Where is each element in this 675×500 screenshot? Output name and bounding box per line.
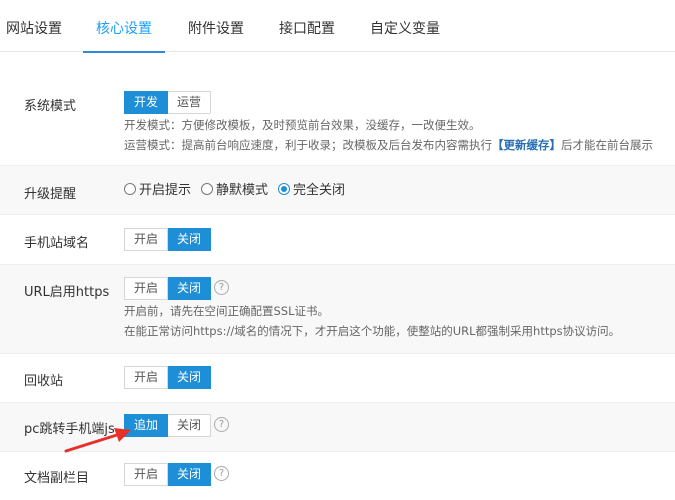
url-https-on-button[interactable]: 开启 [124,277,169,300]
url-https-note-ssl: 开启前，请先在空间正确配置SSL证书。 [124,304,330,318]
tab-site-settings[interactable]: 网站设置 [6,0,62,52]
system-mode-note-ops: 运营模式：提高前台响应速度，利于收录；改模板及后台发布内容需执行【更新缓存】后才… [124,135,653,155]
update-cache-link[interactable]: 【更新缓存】 [492,138,561,152]
recycle-bin-off-button[interactable]: 关闭 [168,366,212,389]
row-system-mode: 系统模式 开发 运营 开发模式：方便修改模板，及时预览前台效果，没缓存，一改便生… [0,78,675,166]
tab-core-settings[interactable]: 核心设置 [83,0,165,53]
pc-jump-mobile-toggle: 追加 关闭 [124,414,212,437]
note-ops-suffix: 后才能在前台展示 [561,138,653,152]
tab-attachment-settings[interactable]: 附件设置 [188,0,244,52]
radio-fully-off[interactable]: 完全关闭 [278,179,345,198]
recycle-bin-label: 回收站 [24,374,64,389]
url-https-toggle: 开启 关闭 [124,277,212,300]
note-ops-prefix: 运营模式：提高前台响应速度，利于收录；改模板及后台发布内容需执行 [124,138,492,152]
radio-enable-prompt[interactable]: 开启提示 [124,179,191,198]
red-arrow-annotation [64,428,131,453]
row-recycle-bin: 回收站 开启 关闭 [0,354,675,403]
radio-circle[interactable] [201,182,214,195]
doc-sub-column-label: 文档副栏目 [24,471,90,486]
row-mobile-domain: 手机站域名 开启 关闭 [0,215,675,265]
radio-label: 完全关闭 [293,183,346,198]
system-mode-toggle: 开发 运营 [124,91,212,114]
system-mode-ops-button[interactable]: 运营 [168,91,212,114]
row-url-https: URL启用https 开启 关闭 ? 开启前，请先在空间正确配置SSL证书。 在… [0,265,675,354]
row-doc-sub-column: 文档副栏目 开启 关闭 ? [0,452,675,500]
radio-circle-checked[interactable] [278,182,291,195]
radio-circle[interactable] [124,182,136,195]
url-https-off-button[interactable]: 关闭 [168,277,212,300]
question-circle-icon[interactable]: ? [214,280,229,295]
doc-sub-column-on-button[interactable]: 开启 [124,463,169,486]
mobile-domain-toggle: 开启 关闭 [124,228,212,251]
recycle-bin-toggle: 开启 关闭 [124,366,212,389]
tab-bar: 网站设置 核心设置 附件设置 接口配置 自定义变量 [0,0,675,53]
radio-label: 静默模式 [216,183,269,198]
question-circle-icon[interactable]: ? [214,417,229,432]
upgrade-prompt-radio-group: 开启提示 静默模式 完全关闭 [124,179,345,198]
mobile-domain-off-button[interactable]: 关闭 [168,228,212,251]
url-https-label: URL启用https [24,285,110,300]
recycle-bin-on-button[interactable]: 开启 [124,366,169,389]
system-mode-label: 系统模式 [24,99,77,114]
radio-silent-mode[interactable]: 静默模式 [201,179,268,198]
row-upgrade-prompt: 升级提醒 开启提示 静默模式 完全关闭 [0,166,675,215]
system-mode-note-dev: 开发模式：方便修改模板，及时预览前台效果，没缓存，一改便生效。 [124,118,481,132]
radio-label: 开启提示 [139,183,192,198]
mobile-domain-on-button[interactable]: 开启 [124,228,169,251]
system-mode-dev-button[interactable]: 开发 [124,91,169,114]
url-https-note-force: 在能正常访问https://域名的情况下，才开启这个功能，使整站的URL都强制采… [124,324,621,338]
tab-custom-variables[interactable]: 自定义变量 [370,0,440,52]
pc-jump-mobile-off-button[interactable]: 关闭 [168,414,212,437]
doc-sub-column-toggle: 开启 关闭 [124,463,212,486]
tab-interface-config[interactable]: 接口配置 [279,0,335,52]
doc-sub-column-off-button[interactable]: 关闭 [168,463,212,486]
upgrade-prompt-label: 升级提醒 [24,187,77,202]
mobile-domain-label: 手机站域名 [24,236,90,251]
question-circle-icon[interactable]: ? [214,466,229,481]
